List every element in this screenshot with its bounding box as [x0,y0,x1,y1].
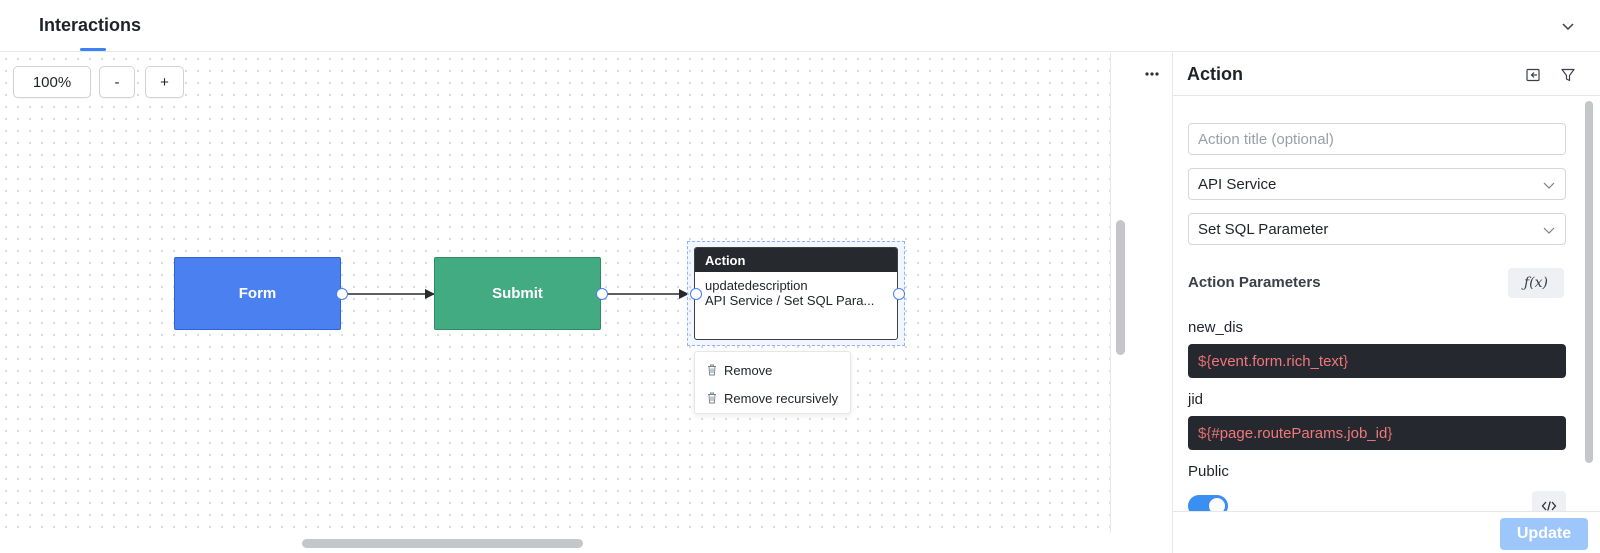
chevron-down-icon [1543,182,1555,189]
remove-label: Remove [724,362,773,378]
action-node-name: updatedescription [705,278,808,293]
action-properties-panel: Action API Service Set SQL Parameter Act… [1172,53,1600,553]
action-title-input[interactable] [1198,130,1565,148]
action-node-header: Action [695,248,897,272]
param-value-new-dis[interactable]: ${event.form.rich_text} [1188,344,1566,378]
canvas-horizontal-scrollbar[interactable] [302,539,583,548]
action-node-detail: API Service / Set SQL Para... [705,293,875,308]
remove-recursively-label: Remove recursively [724,390,839,406]
canvas-divider [1110,53,1111,533]
action-input-port[interactable] [690,288,702,300]
operation-value: Set SQL Parameter [1198,220,1329,238]
panel-scrollbar[interactable] [1585,101,1593,463]
chevron-down-icon [1543,227,1555,234]
action-output-port[interactable] [893,288,905,300]
param-value-jid[interactable]: ${#page.routeParams.job_id} [1188,416,1566,450]
action-node[interactable]: Action updatedescription API Service / S… [694,247,898,340]
remove-menu-item[interactable]: Remove [695,358,852,382]
trash-icon [707,364,717,376]
canvas-vertical-scrollbar[interactable] [1116,220,1125,355]
form-node[interactable]: Form [174,257,341,330]
exit-panel-icon[interactable] [1523,65,1543,85]
form-output-port[interactable] [336,288,348,300]
panel-footer: Update [1173,511,1600,553]
node-context-menu: Remove Remove recursively [694,351,851,414]
operation-select[interactable]: Set SQL Parameter [1188,213,1566,245]
action-node-body: updatedescription API Service / Set SQL … [695,272,897,308]
page-title[interactable]: Interactions [39,15,141,36]
public-label: Public [1188,463,1229,480]
zoom-in-button[interactable]: + [145,66,184,98]
param-label-jid: jid [1188,391,1204,408]
remove-recursively-menu-item[interactable]: Remove recursively [695,386,852,410]
more-icon[interactable] [1140,62,1164,86]
panel-title: Action [1187,64,1243,84]
interactions-header: Interactions [0,0,1600,52]
function-button[interactable]: ƒ(x) [1508,268,1564,298]
submit-node[interactable]: Submit [434,257,601,330]
param-label-new-dis: new_dis [1188,319,1244,336]
service-value: API Service [1198,175,1277,193]
action-title-field[interactable] [1188,123,1566,155]
collapse-chevron-icon[interactable] [1556,14,1580,38]
service-select[interactable]: API Service [1188,168,1566,200]
panel-header: Action [1173,53,1600,96]
zoom-out-button[interactable]: - [99,66,135,98]
filter-icon[interactable] [1558,65,1578,85]
trash-icon [707,392,717,404]
zoom-level[interactable]: 100% [13,66,91,98]
action-parameters-heading: Action Parameters [1188,274,1321,291]
submit-output-port[interactable] [596,288,608,300]
update-button[interactable]: Update [1500,518,1588,550]
active-tab-indicator [80,48,106,51]
